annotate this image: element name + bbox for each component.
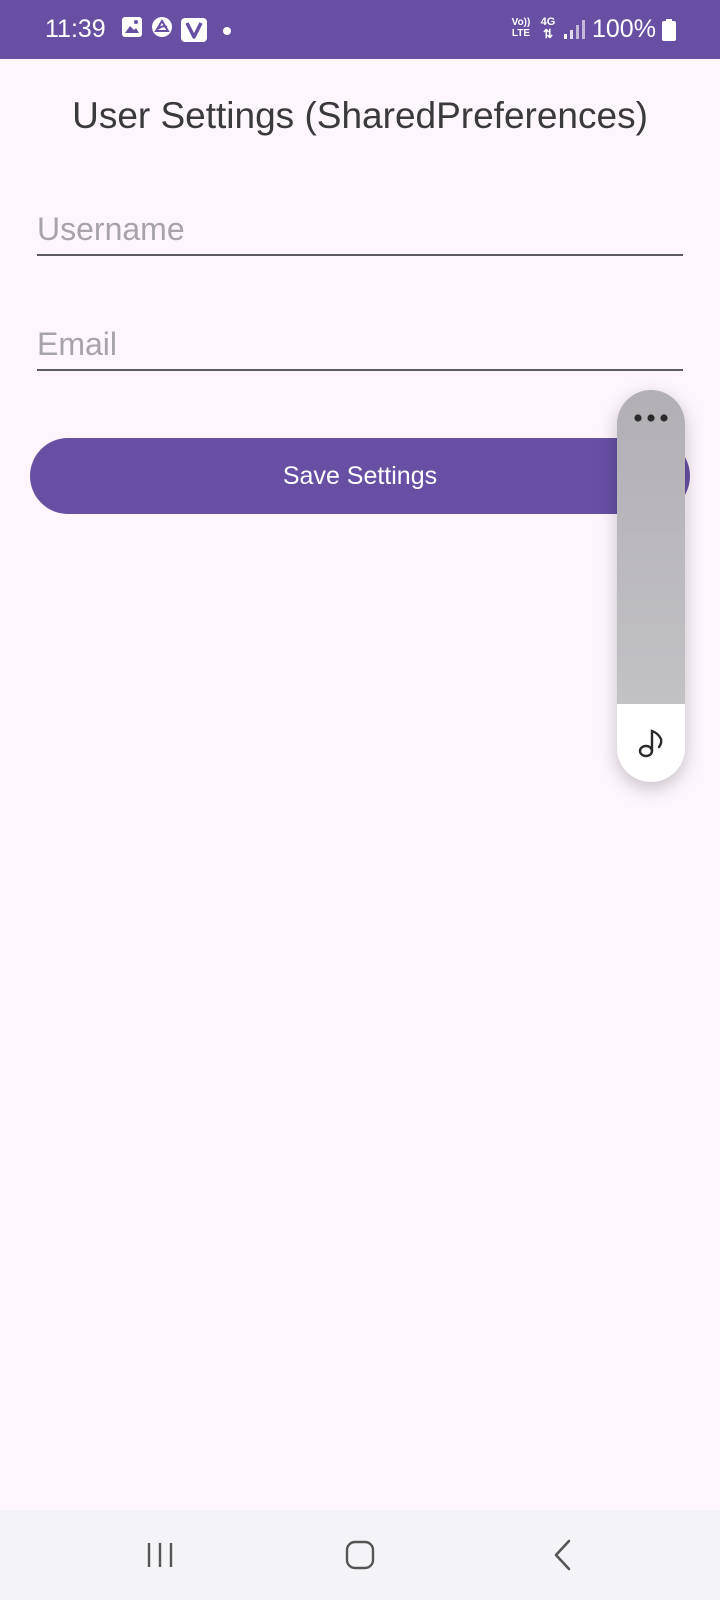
recent-apps-icon: [147, 1543, 173, 1567]
email-input[interactable]: [37, 326, 683, 363]
save-settings-label: Save Settings: [282, 461, 438, 490]
more-options-button[interactable]: [617, 390, 685, 446]
gallery-icon: [121, 16, 143, 43]
data-arrows-icon: ⇅: [542, 27, 554, 41]
page-title: User Settings (SharedPreferences): [72, 95, 648, 136]
home-icon: [345, 1540, 375, 1570]
save-settings-button[interactable]: Save Settings: [30, 438, 690, 514]
volte-line-1: Vo)): [511, 17, 531, 28]
home-button[interactable]: [330, 1532, 390, 1578]
signal-icon: [563, 18, 585, 45]
volte-icon: Vo)) LTE: [510, 17, 532, 39]
battery-percent: 100%: [592, 15, 656, 43]
back-icon: [554, 1539, 571, 1571]
music-note-icon: [638, 729, 663, 758]
email-field[interactable]: [37, 305, 683, 371]
floating-side-panel[interactable]: [617, 390, 685, 782]
network-type-icon: 4G ⇅: [539, 16, 557, 41]
username-field[interactable]: [37, 190, 683, 256]
volte-line-2: LTE: [511, 28, 531, 39]
back-button[interactable]: [533, 1532, 593, 1578]
status-bar: 11:39 Vo)) LTE 4G ⇅ 100%: [0, 0, 720, 59]
v-app-icon: [181, 18, 207, 47]
music-button[interactable]: [617, 704, 685, 782]
app-icon: [151, 16, 173, 43]
username-input[interactable]: [37, 211, 683, 248]
navigation-bar: [0, 1510, 720, 1600]
battery-icon: [662, 19, 676, 46]
recent-apps-button[interactable]: [130, 1532, 190, 1578]
notification-dot: [223, 27, 231, 35]
status-time: 11:39: [45, 15, 106, 43]
more-horizontal-icon: [634, 414, 668, 422]
